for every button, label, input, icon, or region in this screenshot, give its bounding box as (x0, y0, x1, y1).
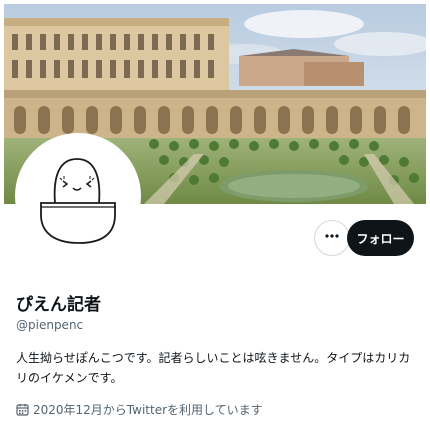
profile-bio: 人生拗らせぽんこつです。記者らしいことは呟きません。タイプはカリカリのイケメンで… (16, 351, 411, 385)
ellipsis-icon (324, 228, 340, 248)
follow-button[interactable]: フォロー (347, 220, 414, 256)
profile-avatar[interactable] (15, 133, 141, 259)
joined-date: 2020年12月からTwitterを利用しています (16, 401, 263, 418)
joined-date-text: 2020年12月からTwitterを利用しています (33, 403, 263, 417)
calendar-icon (16, 403, 29, 416)
profile-handle: @pienpenc (16, 318, 84, 332)
profile-display-name: ぴえん記者 (16, 295, 101, 315)
more-options-button[interactable] (314, 220, 350, 256)
